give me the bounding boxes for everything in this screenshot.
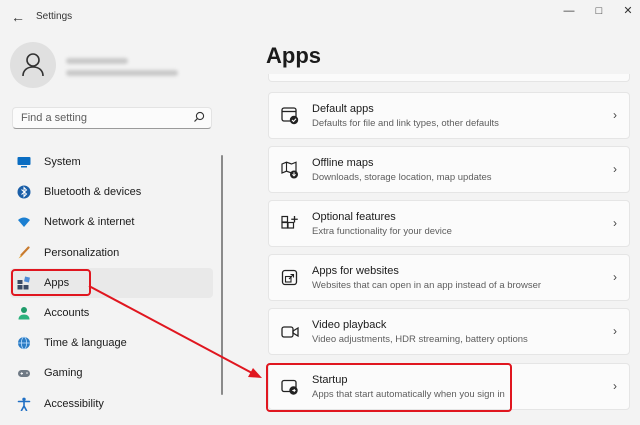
sidebar-nav: System Bluetooth & devices Network & int…: [10, 147, 213, 419]
sidebar-item-label: Apps: [44, 276, 70, 289]
card-title: Video playback: [312, 319, 387, 331]
card-title: Startup: [312, 374, 348, 386]
card-description: Downloads, storage location, map updates: [312, 172, 492, 183]
map-icon: [281, 161, 298, 179]
bluetooth-icon: [17, 185, 31, 199]
card-description: Defaults for file and link types, other …: [312, 118, 499, 129]
brush-icon: [18, 245, 30, 259]
sidebar-item-gaming[interactable]: Gaming: [10, 358, 213, 388]
apps-icon: [17, 276, 30, 290]
card-default-apps[interactable]: Default apps Defaults for file and link …: [268, 92, 630, 139]
sidebar-scrollbar[interactable]: [221, 155, 223, 395]
chevron-right-icon: ›: [613, 108, 617, 122]
chevron-right-icon: ›: [613, 216, 617, 230]
page-title: Apps: [266, 43, 321, 68]
search-placeholder: Find a setting: [21, 112, 88, 124]
back-arrow-icon[interactable]: ←: [8, 7, 28, 27]
card-title: Apps for websites: [312, 265, 399, 277]
person-icon: [22, 53, 44, 77]
wifi-icon: [18, 217, 30, 228]
sidebar-item-accessibility[interactable]: Accessibility: [10, 389, 213, 419]
gamepad-icon: [18, 370, 30, 378]
sidebar-item-label: Bluetooth & devices: [44, 186, 142, 199]
sidebar-item-system[interactable]: System: [10, 147, 213, 177]
title-bar: ← Settings — □ ✕: [0, 0, 640, 34]
sidebar-item-label: Accessibility: [44, 397, 104, 410]
card-description: Extra functionality for your device: [312, 226, 452, 237]
search-input[interactable]: Find a setting: [12, 107, 212, 129]
maximize-icon[interactable]: □: [587, 3, 611, 19]
card-offline-maps[interactable]: Offline maps Downloads, storage location…: [268, 146, 630, 193]
sidebar-item-label: Gaming: [44, 367, 83, 380]
card-apps-for-websites[interactable]: Apps for websites Websites that can open…: [268, 254, 630, 301]
avatar: [10, 42, 56, 88]
card-title: Optional features: [312, 211, 396, 223]
sidebar-item-apps[interactable]: Apps: [10, 267, 213, 298]
previous-card-edge: [268, 74, 630, 82]
window-title: Settings: [36, 11, 73, 22]
sidebar-item-label: Personalization: [44, 246, 120, 259]
card-title: Offline maps: [312, 157, 374, 169]
sidebar-item-accounts[interactable]: Accounts: [10, 298, 213, 328]
sidebar-item-label: Accounts: [44, 306, 90, 319]
video-icon: [281, 326, 299, 338]
optional-features-icon: [281, 215, 298, 229]
chevron-right-icon: ›: [613, 162, 617, 176]
card-optional-features[interactable]: Optional features Extra functionality fo…: [268, 200, 630, 247]
sidebar-item-personalization[interactable]: Personalization: [10, 238, 213, 268]
sidebar-item-label: Time & language: [44, 337, 127, 350]
startup-icon: [281, 379, 298, 395]
card-startup[interactable]: Startup Apps that start automatically wh…: [268, 363, 630, 410]
card-description: Video adjustments, HDR streaming, batter…: [312, 334, 528, 345]
chevron-right-icon: ›: [613, 270, 617, 284]
card-description: Apps that start automatically when you s…: [312, 389, 505, 400]
minimize-icon[interactable]: —: [557, 3, 581, 19]
chevron-right-icon: ›: [613, 379, 617, 393]
sidebar-item-label: System: [44, 156, 81, 168]
accessibility-icon: [17, 397, 31, 411]
default-apps-icon: [281, 107, 299, 125]
card-title: Default apps: [312, 103, 374, 115]
chevron-right-icon: ›: [613, 324, 617, 338]
profile-name-blurred: [66, 58, 128, 64]
sidebar-item-time-language[interactable]: Time & language: [10, 328, 213, 358]
user-profile[interactable]: [10, 42, 230, 90]
sidebar-item-network[interactable]: Network & internet: [10, 207, 213, 237]
card-video-playback[interactable]: Video playback Video adjustments, HDR st…: [268, 308, 630, 355]
open-in-app-icon: [281, 269, 298, 286]
person-icon: [18, 306, 30, 320]
monitor-icon: [17, 157, 31, 168]
sidebar-item-label: Network & internet: [44, 216, 135, 229]
globe-clock-icon: [18, 336, 30, 350]
search-icon: [194, 111, 205, 122]
close-icon[interactable]: ✕: [616, 3, 640, 19]
card-description: Websites that can open in an app instead…: [312, 280, 542, 291]
sidebar-item-bluetooth[interactable]: Bluetooth & devices: [10, 177, 213, 207]
profile-email-blurred: [66, 70, 178, 76]
